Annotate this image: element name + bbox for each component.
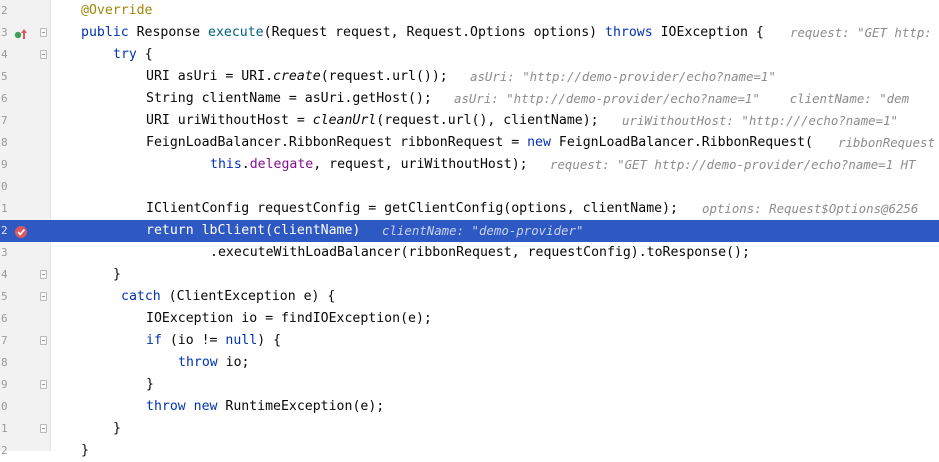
code-text: try { — [113, 47, 153, 62]
code-editor[interactable]: 2 @Override 3 public Response execute(Re… — [0, 0, 939, 458]
code-line[interactable]: 2 } — [0, 440, 939, 462]
inline-debug-hint: clientName: "demo-provider" — [382, 223, 584, 238]
code-line[interactable]: 7 URI uriWithoutHost = cleanUrl(request.… — [0, 110, 939, 132]
code-line[interactable]: 3 .executeWithLoadBalancer(ribbonRequest… — [0, 242, 939, 264]
line-number: 8 — [1, 136, 8, 149]
breakpoint-icon[interactable] — [14, 224, 28, 238]
code-line[interactable]: 1 } — [0, 418, 939, 440]
code-text: URI uriWithoutHost = cleanUrl(request.ur… — [146, 113, 599, 128]
line-number: 7 — [1, 334, 8, 347]
code-text: this.delegate, request, uriWithoutHost); — [210, 157, 528, 172]
line-number: 6 — [1, 312, 8, 325]
code-line[interactable]: 8 FeignLoadBalancer.RibbonRequest ribbon… — [0, 132, 939, 154]
code-text: IClientConfig requestConfig = getClientC… — [146, 201, 678, 216]
inline-debug-hint: request: "GET http: — [790, 25, 932, 40]
fold-icon[interactable] — [40, 50, 47, 59]
line-number: 7 — [1, 114, 8, 127]
code-line-current-execution[interactable]: 2 return lbClient(clientName) clientName… — [0, 220, 939, 242]
code-text: } — [113, 267, 121, 282]
code-text: } — [146, 377, 154, 392]
inline-debug-hint: request: "GET http://demo-provider/echo?… — [550, 157, 916, 172]
inline-debug-hint: options: Request$Options@6256 — [702, 201, 919, 216]
line-number: 6 — [1, 92, 8, 105]
line-number: 0 — [1, 180, 8, 193]
code-line[interactable]: 9 this.delegate, request, uriWithoutHost… — [0, 154, 939, 176]
line-number: 3 — [1, 26, 8, 39]
fold-icon[interactable] — [40, 380, 47, 389]
code-text: IOException io = findIOException(e); — [146, 311, 432, 326]
code-text: throw new RuntimeException(e); — [146, 399, 385, 414]
code-text: if (io != null) { — [146, 333, 282, 348]
line-number: 9 — [1, 158, 8, 171]
line-number: 2 — [1, 4, 8, 17]
code-text: throw io; — [178, 355, 250, 370]
code-text: FeignLoadBalancer.RibbonRequest ribbonRe… — [146, 135, 813, 150]
line-number: 1 — [1, 202, 8, 215]
code-line[interactable]: 6 IOException io = findIOException(e); — [0, 308, 939, 330]
code-line[interactable]: 5 URI asUri = URI.create(request.url());… — [0, 66, 939, 88]
line-number: 5 — [1, 290, 8, 303]
code-text: @Override — [81, 3, 153, 18]
code-line[interactable]: 7 if (io != null) { — [0, 330, 939, 352]
code-text: } — [81, 443, 89, 458]
line-number: 4 — [1, 268, 8, 281]
code-text: } — [113, 421, 121, 436]
line-number: 8 — [1, 356, 8, 369]
inline-debug-hint: ribbonRequest — [838, 135, 935, 150]
line-number: 5 — [1, 70, 8, 83]
code-text: URI asUri = URI.create(request.url()); — [146, 69, 448, 84]
fold-icon[interactable] — [40, 424, 47, 433]
inline-debug-hint: asUri: "http://demo-provider/echo?name=1… — [454, 91, 910, 106]
line-number: 0 — [1, 400, 8, 413]
code-line[interactable]: 8 throw io; — [0, 352, 939, 374]
code-line[interactable]: 0 — [0, 176, 939, 198]
code-line[interactable]: 5 catch (ClientException e) { — [0, 286, 939, 308]
code-line[interactable]: 2 @Override — [0, 0, 939, 22]
code-line[interactable]: 1 IClientConfig requestConfig = getClien… — [0, 198, 939, 220]
line-number: 9 — [1, 378, 8, 391]
fold-icon[interactable] — [40, 28, 47, 37]
code-line[interactable]: 4 } — [0, 264, 939, 286]
override-up-arrow-icon[interactable] — [14, 26, 28, 40]
code-text: .executeWithLoadBalancer(ribbonRequest, … — [210, 245, 750, 260]
code-line[interactable]: 0 throw new RuntimeException(e); — [0, 396, 939, 418]
inline-debug-hint: uriWithoutHost: "http:///echo?name=1" — [622, 113, 899, 128]
code-line[interactable]: 6 String clientName = asUri.getHost(); a… — [0, 88, 939, 110]
line-number: 3 — [1, 246, 8, 259]
fold-icon[interactable] — [40, 292, 47, 301]
fold-icon[interactable] — [40, 336, 47, 345]
code-line[interactable]: 9 } — [0, 374, 939, 396]
fold-icon[interactable] — [40, 270, 47, 279]
inline-debug-hint: asUri: "http://demo-provider/echo?name=1… — [470, 69, 776, 84]
line-number: 1 — [1, 422, 8, 435]
line-number: 2 — [1, 224, 8, 237]
code-text: return lbClient(clientName) — [146, 223, 361, 238]
code-text: String clientName = asUri.getHost(); — [146, 91, 432, 106]
code-text: public Response execute(Request request,… — [81, 25, 764, 40]
line-number: 4 — [1, 48, 8, 61]
line-number: 2 — [1, 444, 8, 457]
code-text: catch (ClientException e) { — [121, 289, 336, 304]
code-line[interactable]: 3 public Response execute(Request reques… — [0, 22, 939, 44]
code-line[interactable]: 4 try { — [0, 44, 939, 66]
